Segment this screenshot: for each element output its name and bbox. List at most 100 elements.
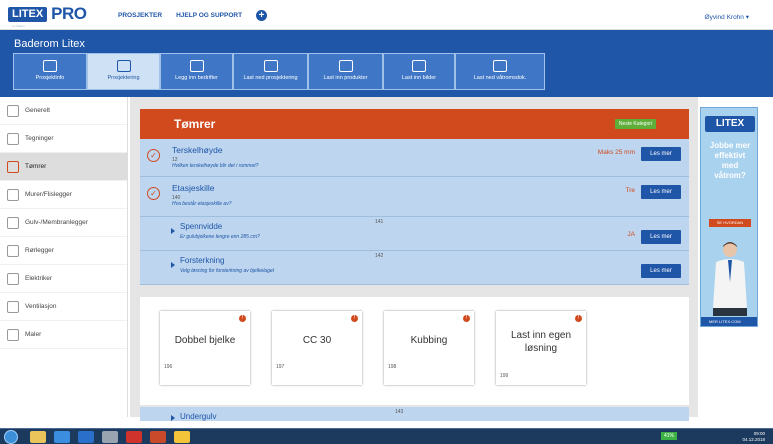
option-card-cc30[interactable]: ! CC 30 197 — [272, 311, 362, 385]
question-number: 143 — [395, 409, 404, 415]
ad-line: våtrom? — [714, 171, 746, 180]
option-number: 197 — [276, 364, 285, 370]
question-title: Spennvidde — [180, 222, 223, 231]
step-label: Last ned våtromsdok. — [473, 75, 527, 81]
check-circle-icon: ✓ — [147, 187, 160, 200]
add-project-icon[interactable]: + — [256, 10, 268, 21]
clock-date: 04.12.2018 — [742, 437, 765, 442]
category-header: Tømrer Neste Kategori — [140, 109, 689, 139]
ad-cta-button[interactable]: SE HVORDAN — [709, 219, 751, 227]
info-icon[interactable]: ! — [575, 315, 582, 322]
question-row-reinforcement[interactable]: 142 Forsterkning Velg løsning for forste… — [140, 251, 689, 285]
sidebar-item-mason-tiler[interactable]: Murer/Flislegger — [0, 181, 127, 209]
option-card-custom[interactable]: ! Last inn egen løsning 199 — [496, 311, 586, 385]
option-title: Kubbing — [410, 335, 448, 346]
download-doc-icon — [263, 60, 278, 72]
sidebar-item-carpenter[interactable]: Tømrer — [0, 153, 127, 181]
litex-ad-banner[interactable]: LITEX Jobbe mer effektivt med våtrom? SE… — [700, 107, 758, 327]
info-icon[interactable]: ! — [351, 315, 358, 322]
ad-footer[interactable]: MER LITEX.COM — [701, 317, 757, 326]
question-description: Hva består etasjeskille av? — [172, 201, 232, 207]
sidebar-item-label: Tegninger — [25, 135, 54, 142]
step-download-projecting[interactable]: Last ned prosjektering — [233, 53, 308, 90]
question-number: 142 — [375, 253, 384, 259]
os-taskbar: 41% 09:00 04.12.2018 — [0, 428, 773, 444]
sidebar-item-ventilation[interactable]: Ventilasjon — [0, 293, 127, 321]
step-label: Prosjektinfo — [35, 75, 65, 81]
step-nav: Prosjektinfo Prosjektering Legg inn bedr… — [13, 53, 545, 90]
hammer-icon — [7, 160, 19, 173]
internet-explorer-icon[interactable] — [54, 431, 70, 443]
step-project-info[interactable]: Prosjektinfo — [13, 53, 87, 90]
question-title: Forsterkning — [180, 256, 225, 265]
option-card-blocking[interactable]: ! Kubbing 198 — [384, 311, 474, 385]
house-icon — [7, 104, 19, 117]
option-number: 196 — [164, 364, 173, 370]
read-more-button[interactable]: Les mer — [641, 264, 681, 278]
infor-icon[interactable] — [126, 431, 142, 443]
nav-help-support[interactable]: HJELP OG SUPPORT — [176, 12, 242, 21]
sidebar-item-electrician[interactable]: Elektriker — [0, 265, 127, 293]
system-clock[interactable]: 09:00 04.12.2018 — [742, 431, 765, 443]
sidebar-item-general[interactable]: Generelt — [0, 97, 127, 125]
step-projecting[interactable]: Prosjektering — [87, 53, 160, 90]
step-upload-images[interactable]: Last inn bilder — [383, 53, 455, 90]
sidebar-item-label: Ventilasjon — [25, 303, 57, 310]
step-download-wetroom-doc[interactable]: Last ned våtromsdok. — [455, 53, 545, 90]
step-label: Last inn bilder — [401, 75, 437, 81]
chevron-down-icon: ▾ — [745, 14, 749, 21]
app-logo[interactable]: LITEX by Mapei PRO — [8, 4, 87, 28]
start-button-icon[interactable] — [4, 430, 18, 444]
question-row-span[interactable]: 141 Spennvidde Er gulvbjelkene lengre en… — [140, 217, 689, 251]
sidebar-item-drawings[interactable]: Tegninger — [0, 125, 127, 153]
chrome-icon[interactable] — [174, 431, 190, 443]
document-icon — [493, 60, 507, 72]
sidebar-item-label: Murer/Flislegger — [25, 191, 72, 198]
read-more-button[interactable]: Les mer — [641, 230, 681, 244]
check-circle-icon: ✓ — [147, 149, 160, 162]
step-add-companies[interactable]: Legg inn bedrifter — [160, 53, 233, 90]
user-menu[interactable]: Øyvind Krohn ▾ — [705, 13, 749, 21]
next-category-button[interactable]: Neste Kategori — [614, 119, 656, 129]
trowel-icon — [7, 188, 19, 201]
file-explorer-icon[interactable] — [30, 431, 46, 443]
option-card-double-beam[interactable]: ! Dobbel bjelke 196 — [160, 311, 250, 385]
litex-logo: LITEX by Mapei — [8, 6, 48, 28]
home-icon — [43, 60, 57, 72]
question-title: Terskelhøyde — [172, 145, 223, 155]
powerpoint-icon[interactable] — [150, 431, 166, 443]
answer-value: JA — [627, 231, 635, 238]
question-row-floor-divider[interactable]: ✓ Etasjeskille 140 Hva består etasjeskil… — [140, 177, 689, 217]
question-row-subfloor[interactable]: 143 Undergulv — [140, 407, 689, 421]
image-icon — [412, 60, 426, 72]
sidebar-item-label: Gulv-/Membranlegger — [25, 219, 88, 226]
pencil-icon — [7, 132, 19, 145]
ad-headline: Jobbe mer effektivt med våtrom? — [701, 141, 757, 181]
logo-suffix: PRO — [51, 4, 87, 23]
outlook-icon[interactable] — [78, 431, 94, 443]
sidebar-item-label: Tømrer — [25, 163, 47, 170]
info-icon[interactable]: ! — [239, 315, 246, 322]
sidebar-item-plumber[interactable]: Rørlegger — [0, 237, 127, 265]
main-content: Tømrer Neste Kategori ✓ Terskelhøyde 12 … — [130, 97, 698, 421]
question-row-threshold[interactable]: ✓ Terskelhøyde 12 Hvilken terskelhøyde b… — [140, 139, 689, 177]
read-more-button[interactable]: Les mer — [641, 147, 681, 161]
edit-folder-icon — [116, 60, 131, 72]
step-label: Legg inn bedrifter — [175, 75, 218, 81]
nav-projects[interactable]: PROSJEKTER — [118, 12, 162, 21]
step-label: Last inn produkter — [323, 75, 368, 81]
companies-icon — [189, 60, 204, 72]
project-title: Baderom Litex — [14, 38, 85, 50]
read-more-button[interactable]: Les mer — [641, 185, 681, 199]
battery-indicator[interactable]: 41% — [660, 432, 677, 440]
category-sidebar: Generelt Tegninger Tømrer Murer/Flislegg… — [0, 97, 128, 417]
project-header: Baderom Litex Prosjektinfo Prosjektering… — [0, 30, 773, 97]
step-upload-products[interactable]: Last inn produkter — [308, 53, 383, 90]
sidebar-item-label: Maler — [25, 331, 42, 338]
search-doc-icon — [338, 60, 353, 72]
sidebar-item-floor-membrane[interactable]: Gulv-/Membranlegger — [0, 209, 127, 237]
info-icon[interactable]: ! — [463, 315, 470, 322]
question-title: Etasjeskille — [172, 183, 215, 193]
app-icon[interactable] — [102, 431, 118, 443]
sidebar-item-painter[interactable]: Maler — [0, 321, 127, 349]
